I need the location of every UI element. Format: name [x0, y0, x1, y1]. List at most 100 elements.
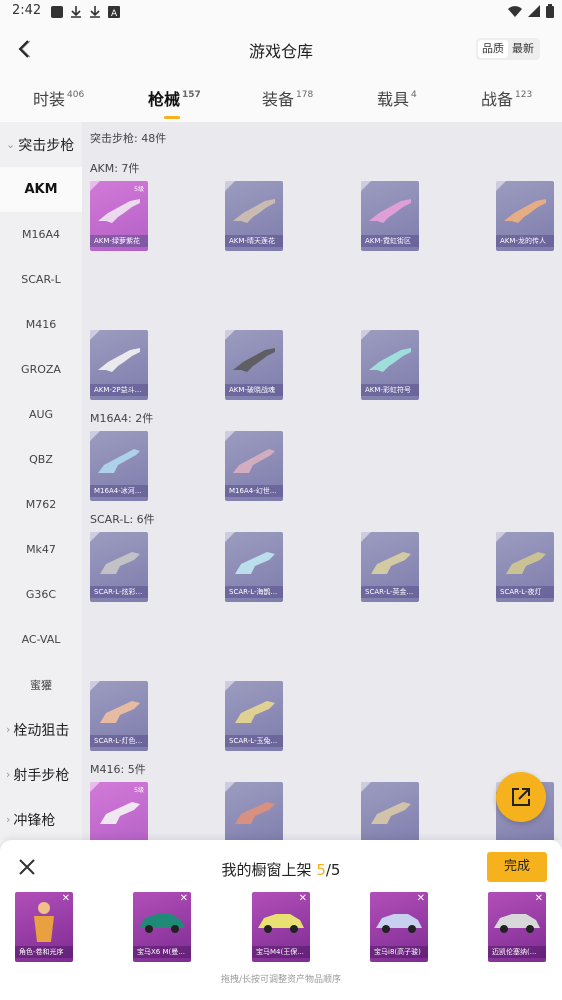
item-card[interactable]: 5级 AKM-绿萝紫花	[90, 181, 148, 251]
showcase-item-name: 角色-卷和光序	[15, 946, 73, 958]
sidebar-item-akm[interactable]: AKM	[0, 167, 82, 212]
item-name: SCAR-L-海鹊...	[225, 586, 283, 598]
rifle-icon	[506, 552, 546, 574]
tab-count: 157	[182, 90, 201, 100]
rifle-icon	[504, 199, 546, 223]
item-name: SCAR-L-夜灯	[496, 586, 554, 598]
showcase-item[interactable]: ✕ 宝马i8(高子骏)	[370, 892, 428, 962]
showcase-title: 我的橱窗上架 5/5	[0, 859, 562, 880]
item-name: M16A4-幻世...	[225, 485, 283, 497]
wifi-icon	[508, 6, 522, 17]
item-name: AKM-晴天莲花	[225, 235, 283, 247]
showcase-export-button[interactable]	[496, 772, 546, 822]
item-card[interactable]: AKM-彩虹符号	[361, 330, 419, 400]
car-icon	[139, 914, 185, 933]
active-tab-indicator	[164, 116, 180, 119]
item-name: SCAR-L-灯色...	[90, 735, 148, 747]
system-icons	[508, 4, 554, 18]
item-card[interactable]: AKM-霓虹街区	[361, 181, 419, 251]
item-card[interactable]: AKM-2P益斗...	[90, 330, 148, 400]
sidebar-group-smg[interactable]: › 冲锋枪	[0, 797, 82, 840]
character-icon	[34, 902, 54, 942]
rifle-icon	[100, 552, 140, 574]
item-card[interactable]: SCAR-L-夜灯	[496, 532, 554, 602]
showcase-item-name: 宝马X6 M(曼...	[133, 946, 191, 958]
rifle-icon	[98, 199, 140, 223]
sidebar-item-m416[interactable]: M416	[0, 302, 82, 347]
showcase-item[interactable]: ✕ 宝马M4(王保...	[252, 892, 310, 962]
reorder-hint: 拖拽/长按可调整资产物品顺序	[220, 975, 342, 985]
item-card[interactable]: M16A4-幻世...	[225, 431, 283, 501]
sidebar-item-honey-badger[interactable]: 蜜獾	[0, 662, 82, 707]
corner-mark	[225, 681, 235, 691]
sidebar-group-assault-rifles[interactable]: ⌄ 突击步枪	[0, 122, 82, 167]
sidebar-group-bolt-action[interactable]: › 栓动狙击	[0, 707, 82, 752]
rifle-icon	[100, 802, 140, 824]
tab-count: 123	[515, 90, 533, 100]
sidebar-item-m16a4[interactable]: M16A4	[0, 212, 82, 257]
corner-mark	[361, 532, 371, 542]
sidebar-item-m762[interactable]: M762	[0, 482, 82, 527]
item-card[interactable]: AKM-龙的传人	[496, 181, 554, 251]
sidebar-item-mk47[interactable]: Mk47	[0, 527, 82, 572]
grade-label: 5级	[134, 186, 144, 193]
category-tabs: 时装 406 枪械 157 装备 178 载具 4 战备 123	[0, 74, 562, 122]
rifle-icon	[98, 449, 140, 473]
tab-label: 枪械	[148, 90, 181, 109]
status-time: 2:42	[12, 3, 42, 18]
tab-vehicles[interactable]: 载具 4	[377, 86, 417, 110]
corner-mark	[361, 181, 371, 191]
item-card[interactable]: SCAR-L-炫彩...	[90, 532, 148, 602]
sidebar-group-label: 射手步枪	[13, 767, 70, 784]
sidebar-item-g36c[interactable]: G36C	[0, 572, 82, 617]
corner-mark	[90, 681, 100, 691]
rifle-icon	[233, 449, 275, 473]
tab-label: 载具	[377, 90, 410, 109]
corner-mark	[90, 330, 100, 340]
sort-quality-button[interactable]: 品质	[478, 40, 508, 58]
download-icon	[69, 5, 82, 18]
chevron-right-icon: ›	[6, 723, 11, 736]
item-name: AKM-龙的传人	[496, 235, 554, 247]
item-card[interactable]: SCAR-L-海鹊...	[225, 532, 283, 602]
item-card[interactable]: AKM-破晓战魂	[225, 330, 283, 400]
tab-combat-supplies[interactable]: 战备 123	[481, 86, 532, 110]
corner-mark	[361, 782, 371, 792]
sidebar-group-label: 冲锋枪	[13, 812, 56, 829]
sort-toggle[interactable]: 品质 最新	[476, 38, 540, 60]
tab-guns[interactable]: 枪械 157	[148, 86, 201, 119]
weapon-type-sidebar: ⌄ 突击步枪 AKM M16A4 SCAR-L M416 GROZA AUG QB…	[0, 122, 82, 840]
tab-equipment[interactable]: 装备 178	[262, 86, 313, 110]
sidebar-item-qbz[interactable]: QBZ	[0, 437, 82, 482]
item-card[interactable]	[361, 782, 419, 840]
sidebar-group-marksman[interactable]: › 射手步枪	[0, 752, 82, 797]
showcase-item-name: 迈凯伦塞纳(...	[488, 946, 546, 958]
item-card[interactable]: AKM-晴天莲花	[225, 181, 283, 251]
tab-label: 时装	[33, 90, 66, 109]
item-card[interactable]	[225, 782, 283, 840]
sidebar-group-label: 栓动狙击	[13, 722, 70, 739]
sidebar-item-ac-val[interactable]: AC-VAL	[0, 617, 82, 662]
tab-count: 178	[296, 90, 314, 100]
showcase-item[interactable]: ✕ 宝马X6 M(曼...	[133, 892, 191, 962]
download-icon-2	[88, 5, 101, 18]
sidebar-item-scar-l[interactable]: SCAR-L	[0, 257, 82, 302]
item-name: AKM-2P益斗...	[90, 384, 148, 396]
sort-latest-button[interactable]: 最新	[508, 40, 538, 58]
tab-fashion[interactable]: 时装 406	[33, 86, 84, 110]
item-card[interactable]: 5级	[90, 782, 148, 840]
showcase-item[interactable]: ✕ 角色-卷和光序	[15, 892, 73, 962]
item-card[interactable]: M16A4-冰河...	[90, 431, 148, 501]
sidebar-item-groza[interactable]: GROZA	[0, 347, 82, 392]
done-button[interactable]: 完成	[487, 852, 547, 882]
item-card[interactable]: SCAR-L-玉兔...	[225, 681, 283, 751]
car-icon	[494, 914, 540, 933]
app-notification-icon	[50, 5, 63, 18]
showcase-item[interactable]: ✕ 迈凯伦塞纳(...	[488, 892, 546, 962]
corner-mark	[225, 532, 235, 542]
item-name: SCAR-L-英金...	[361, 586, 419, 598]
item-card[interactable]: SCAR-L-英金...	[361, 532, 419, 602]
item-card[interactable]: SCAR-L-灯色...	[90, 681, 148, 751]
sidebar-item-aug[interactable]: AUG	[0, 392, 82, 437]
rifle-icon	[371, 802, 411, 824]
